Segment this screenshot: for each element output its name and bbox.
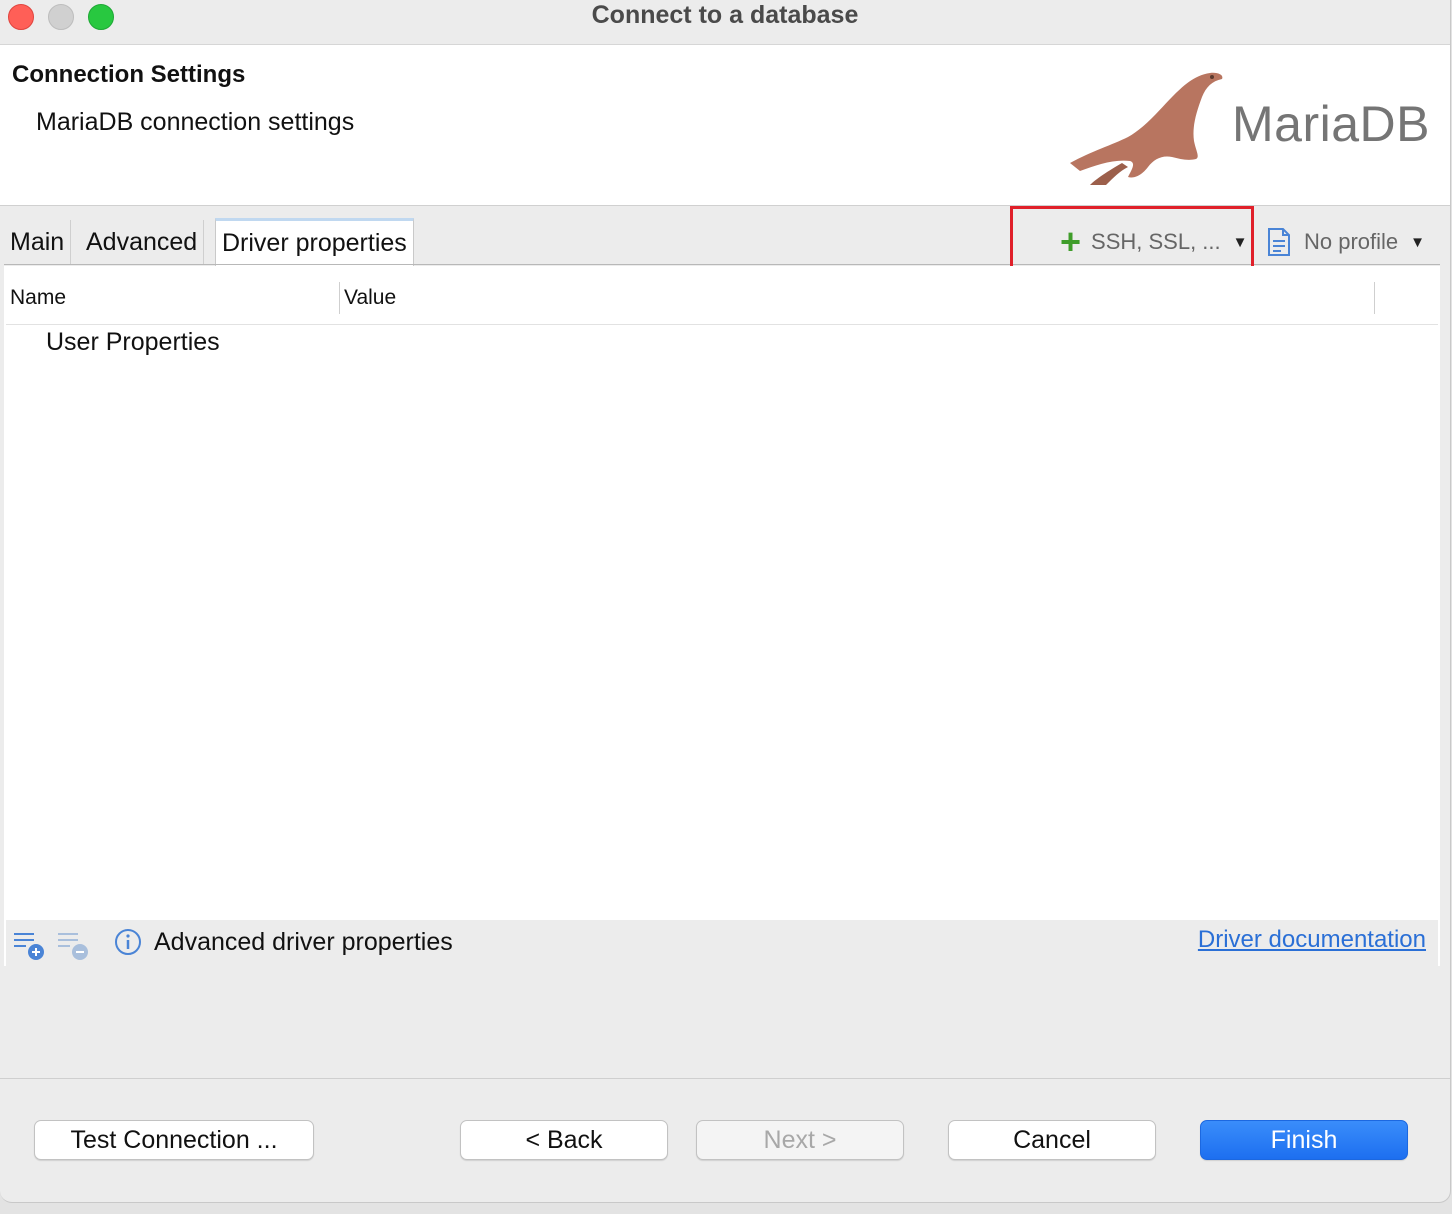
- window-title: Connect to a database: [591, 1, 859, 29]
- document-icon: [1268, 228, 1290, 256]
- tab-driver-properties[interactable]: Driver properties: [215, 218, 414, 267]
- column-header-value[interactable]: Value: [344, 286, 396, 310]
- finish-button[interactable]: Finish: [1200, 1120, 1408, 1160]
- info-icon: [115, 929, 141, 955]
- page-subtitle: MariaDB connection settings: [36, 108, 355, 136]
- cancel-button[interactable]: Cancel: [948, 1120, 1156, 1160]
- driver-documentation-link[interactable]: Driver documentation: [1198, 926, 1426, 954]
- table-row-user-properties[interactable]: User Properties: [46, 328, 220, 357]
- column-separator[interactable]: [339, 282, 340, 314]
- tab-advanced[interactable]: Advanced: [80, 220, 205, 264]
- mariadb-logo: MariaDB: [1062, 67, 1442, 185]
- seal-icon: [1070, 72, 1223, 185]
- add-property-icon[interactable]: [12, 928, 46, 962]
- profile-label: No profile: [1304, 229, 1399, 254]
- settings-header: Connection Settings MariaDB connection s…: [0, 45, 1450, 206]
- next-button[interactable]: Next >: [696, 1120, 904, 1160]
- logo-text: MariaDB: [1232, 96, 1430, 152]
- title-bar: Connect to a database: [0, 0, 1450, 45]
- driver-properties-panel: Name Value User Properties Advanced driv…: [4, 266, 1440, 966]
- properties-toolbar: Advanced driver properties Driver docume…: [6, 920, 1438, 966]
- button-bar-divider: [0, 1078, 1450, 1079]
- column-separator[interactable]: [1374, 282, 1375, 314]
- remove-property-icon[interactable]: [56, 928, 90, 962]
- back-button[interactable]: < Back: [460, 1120, 668, 1160]
- test-connection-button[interactable]: Test Connection ...: [34, 1120, 314, 1160]
- column-header-name[interactable]: Name: [10, 286, 66, 310]
- dialog-window: Connect to a database Connection Setting…: [0, 0, 1451, 1203]
- profile-dropdown[interactable]: No profile ▼: [1266, 220, 1425, 264]
- dropdown-arrow-icon: ▼: [1410, 233, 1426, 251]
- page-title: Connection Settings: [12, 61, 246, 88]
- tab-main[interactable]: Main: [4, 220, 72, 264]
- header-divider: [6, 324, 1438, 325]
- advanced-driver-properties-label: Advanced driver properties: [154, 928, 453, 956]
